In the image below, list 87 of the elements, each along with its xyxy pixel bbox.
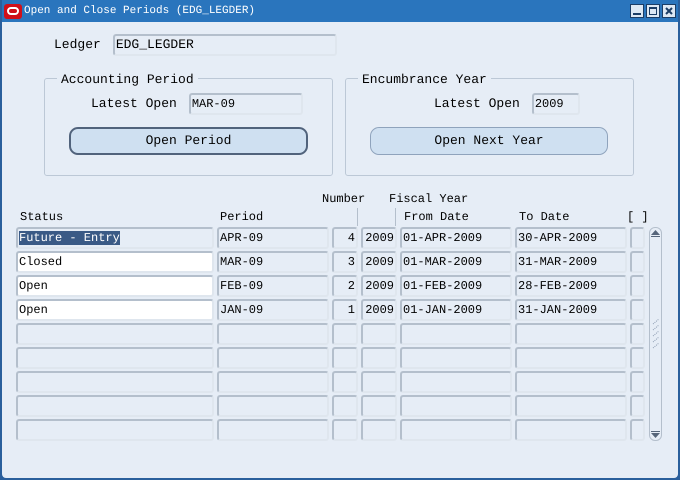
empty-cell[interactable] xyxy=(630,323,645,345)
empty-cell[interactable] xyxy=(361,419,397,441)
flex-field-cell[interactable] xyxy=(630,251,645,273)
empty-cell[interactable] xyxy=(217,347,329,369)
empty-cell[interactable] xyxy=(217,323,329,345)
empty-cell[interactable] xyxy=(400,347,512,369)
empty-cell[interactable] xyxy=(630,347,645,369)
table-cell: 31-JAN-2009 xyxy=(515,299,627,321)
empty-cell[interactable] xyxy=(217,371,329,393)
table-cell: 28-FEB-2009 xyxy=(515,275,627,297)
column-header: From Date xyxy=(404,209,469,226)
empty-cell[interactable] xyxy=(16,323,214,345)
latest-open-label: Latest Open xyxy=(91,95,177,114)
status-cell[interactable]: Open xyxy=(16,299,214,321)
flex-field-cell[interactable] xyxy=(630,299,645,321)
table-cell: 1 xyxy=(332,299,358,321)
empty-cell[interactable] xyxy=(400,395,512,417)
empty-cell[interactable] xyxy=(630,395,645,417)
empty-cell[interactable] xyxy=(217,395,329,417)
table-cell: 31-MAR-2009 xyxy=(515,251,627,273)
table-cell: 30-APR-2009 xyxy=(515,227,627,249)
app-logo-icon xyxy=(4,4,22,18)
empty-cell[interactable] xyxy=(361,371,397,393)
table-cell: 2009 xyxy=(361,251,397,273)
table-cell: APR-09 xyxy=(217,227,329,249)
minimize-icon[interactable] xyxy=(630,4,644,18)
empty-cell[interactable] xyxy=(515,419,627,441)
window-title: Open and Close Periods (EDG_LEGDER) xyxy=(24,4,256,19)
latest-open-field[interactable]: 2009 xyxy=(532,93,580,115)
scroll-down-icon xyxy=(651,431,660,438)
close-icon[interactable] xyxy=(662,4,676,18)
table-cell: 01-FEB-2009 xyxy=(400,275,512,297)
table-cell: 2009 xyxy=(361,275,397,297)
empty-cell[interactable] xyxy=(361,347,397,369)
empty-cell[interactable] xyxy=(16,371,214,393)
table-cell: FEB-09 xyxy=(217,275,329,297)
empty-cell[interactable] xyxy=(332,419,358,441)
empty-cell[interactable] xyxy=(16,347,214,369)
empty-cell[interactable] xyxy=(515,347,627,369)
empty-cell[interactable] xyxy=(515,395,627,417)
grip-icon xyxy=(652,319,660,349)
empty-cell[interactable] xyxy=(515,371,627,393)
table-cell: 01-MAR-2009 xyxy=(400,251,512,273)
table-cell: 4 xyxy=(332,227,358,249)
latest-open-field[interactable]: MAR-09 xyxy=(188,93,303,115)
column-header: To Date xyxy=(519,209,570,226)
column-header: Period xyxy=(220,209,264,226)
empty-cell[interactable] xyxy=(361,395,397,417)
status-cell[interactable]: Future - Entry xyxy=(16,227,214,249)
empty-cell[interactable] xyxy=(630,419,645,441)
table-cell: 2009 xyxy=(361,227,397,249)
table-cell: 01-JAN-2009 xyxy=(400,299,512,321)
table-cell: 01-APR-2009 xyxy=(400,227,512,249)
empty-cell[interactable] xyxy=(400,371,512,393)
empty-cell[interactable] xyxy=(630,371,645,393)
column-header: [ ] xyxy=(627,209,649,226)
empty-cell[interactable] xyxy=(361,323,397,345)
empty-cell[interactable] xyxy=(16,419,214,441)
flex-field-cell[interactable] xyxy=(630,227,645,249)
scrollbar[interactable] xyxy=(649,227,662,441)
scroll-up-icon xyxy=(651,230,660,237)
empty-cell[interactable] xyxy=(217,419,329,441)
empty-cell[interactable] xyxy=(515,323,627,345)
empty-cell[interactable] xyxy=(332,323,358,345)
empty-cell[interactable] xyxy=(400,323,512,345)
empty-cell[interactable] xyxy=(400,419,512,441)
maximize-icon[interactable] xyxy=(646,4,660,18)
empty-cell[interactable] xyxy=(16,395,214,417)
open-button[interactable]: Open Period xyxy=(69,127,308,155)
latest-open-label: Latest Open xyxy=(434,95,520,114)
table-cell: MAR-09 xyxy=(217,251,329,273)
table-cell: 3 xyxy=(332,251,358,273)
ledger-label: Ledger xyxy=(54,36,101,54)
status-cell[interactable]: Closed xyxy=(16,251,214,273)
status-cell[interactable]: Open xyxy=(16,275,214,297)
empty-cell[interactable] xyxy=(332,347,358,369)
group-header: Fiscal Year xyxy=(389,191,468,208)
ledger-field[interactable]: EDG_LEGDER xyxy=(112,34,337,56)
table-cell: 2009 xyxy=(361,299,397,321)
table-cell: 2 xyxy=(332,275,358,297)
empty-cell[interactable] xyxy=(332,395,358,417)
table-cell: JAN-09 xyxy=(217,299,329,321)
empty-cell[interactable] xyxy=(332,371,358,393)
column-header: Status xyxy=(20,209,64,226)
group-header: Number xyxy=(322,191,366,208)
flex-field-cell[interactable] xyxy=(630,275,645,297)
open-button[interactable]: Open Next Year xyxy=(370,127,608,155)
